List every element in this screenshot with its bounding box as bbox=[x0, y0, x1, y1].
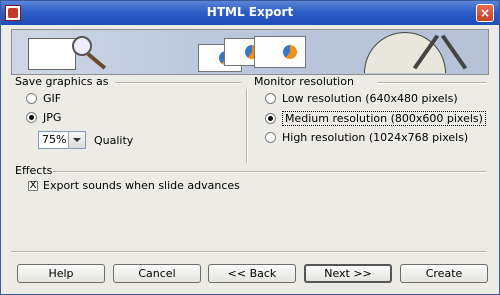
group-separator bbox=[378, 82, 486, 84]
chevron-down-icon[interactable] bbox=[68, 132, 85, 148]
banner-illustration bbox=[11, 29, 489, 75]
close-icon[interactable]: × bbox=[476, 4, 494, 22]
pie-graphic bbox=[283, 45, 297, 59]
magnifier-handle-graphic bbox=[86, 52, 107, 70]
jpg-radio-indicator[interactable] bbox=[26, 112, 37, 123]
medium-resolution-radio[interactable]: Medium resolution (800x600 pixels) bbox=[265, 111, 486, 126]
dialog-window: HTML Export × Save graphics as GIF JPG 7… bbox=[0, 0, 500, 295]
title-bar[interactable]: HTML Export × bbox=[1, 1, 499, 25]
quality-label: Quality bbox=[94, 134, 134, 147]
monitor-resolution-heading: Monitor resolution bbox=[254, 75, 354, 88]
export-sounds-checkbox-box[interactable]: X bbox=[28, 180, 38, 191]
help-button[interactable]: Help bbox=[17, 264, 105, 283]
cancel-button[interactable]: Cancel bbox=[113, 264, 201, 283]
jpg-radio[interactable]: JPG bbox=[26, 111, 61, 124]
effects-heading: Effects bbox=[15, 164, 53, 177]
high-resolution-label: High resolution (1024x768 pixels) bbox=[282, 131, 469, 144]
buttons-separator bbox=[11, 251, 487, 253]
slide-graphic bbox=[254, 36, 306, 68]
low-resolution-radio-indicator[interactable] bbox=[265, 93, 276, 104]
jpg-radio-label: JPG bbox=[43, 111, 62, 124]
high-resolution-radio[interactable]: High resolution (1024x768 pixels) bbox=[265, 131, 468, 144]
medium-resolution-label: Medium resolution (800x600 pixels) bbox=[282, 111, 486, 126]
gif-radio-label: GIF bbox=[43, 92, 62, 105]
slides-graphic bbox=[198, 36, 308, 72]
export-sounds-label: Export sounds when slide advances bbox=[43, 179, 240, 192]
medium-resolution-radio-indicator[interactable] bbox=[265, 113, 276, 124]
quality-select-value: 75% bbox=[42, 133, 67, 146]
export-sounds-checkbox[interactable]: X Export sounds when slide advances bbox=[28, 179, 240, 192]
next-button[interactable]: Next >> bbox=[304, 264, 392, 283]
quality-select[interactable]: 75% bbox=[38, 131, 86, 149]
group-separator bbox=[53, 171, 486, 173]
back-button[interactable]: << Back bbox=[208, 264, 296, 283]
create-button[interactable]: Create bbox=[400, 264, 488, 283]
gif-radio-indicator[interactable] bbox=[26, 93, 37, 104]
window-title: HTML Export bbox=[206, 5, 294, 19]
low-resolution-radio[interactable]: Low resolution (640x480 pixels) bbox=[265, 92, 458, 105]
gif-radio[interactable]: GIF bbox=[26, 92, 61, 105]
sheet-graphic bbox=[28, 38, 76, 70]
group-separator bbox=[115, 82, 241, 84]
high-resolution-radio-indicator[interactable] bbox=[265, 132, 276, 143]
low-resolution-label: Low resolution (640x480 pixels) bbox=[282, 92, 458, 105]
column-divider bbox=[246, 89, 248, 163]
save-graphics-heading: Save graphics as bbox=[15, 75, 109, 88]
